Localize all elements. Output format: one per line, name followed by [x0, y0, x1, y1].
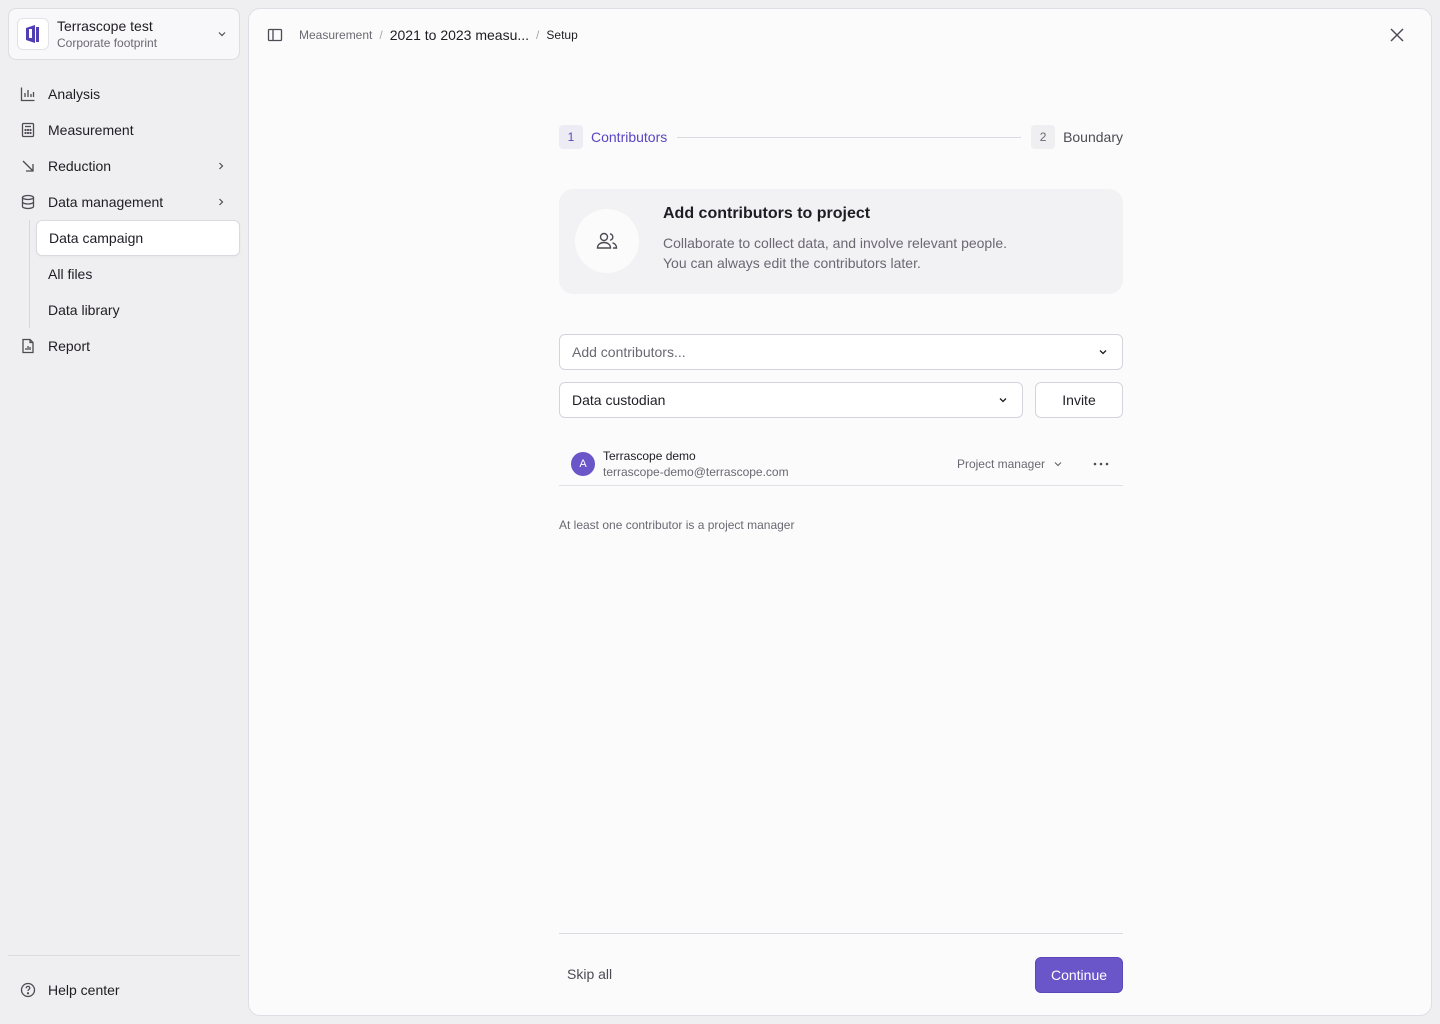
- help-center-label: Help center: [48, 982, 120, 998]
- breadcrumb-project[interactable]: 2021 to 2023 measu...: [390, 27, 529, 43]
- info-card-description-line1: Collaborate to collect data, and involve…: [663, 235, 1007, 251]
- add-contributors-placeholder: Add contributors...: [572, 344, 686, 360]
- stepper-line: [677, 136, 1022, 138]
- info-card: Add contributors to project Collaborate …: [559, 189, 1123, 294]
- database-icon: [20, 194, 36, 210]
- help-center-link[interactable]: Help center: [8, 972, 240, 1008]
- chevron-down-icon: [1051, 457, 1065, 471]
- chevron-down-icon: [1096, 345, 1110, 359]
- more-horizontal-icon[interactable]: [1091, 454, 1111, 474]
- chevron-right-icon: [214, 195, 228, 209]
- invite-button[interactable]: Invite: [1035, 382, 1123, 418]
- nav-item-label: Data management: [48, 194, 164, 210]
- org-subtitle: Corporate footprint: [57, 35, 158, 50]
- close-icon[interactable]: [1387, 25, 1407, 45]
- breadcrumb-separator: /: [379, 28, 383, 42]
- topbar: Measurement / 2021 to 2023 measu... / Se…: [265, 23, 578, 47]
- contributor-row: A Terrascope demo terrascope-demo@terras…: [559, 442, 1123, 486]
- org-switcher[interactable]: Terrascope test Corporate footprint: [8, 8, 240, 60]
- arrow-down-right-icon: [20, 158, 36, 174]
- contributor-role-dropdown[interactable]: Project manager: [957, 457, 1065, 471]
- role-select[interactable]: Data custodian: [559, 382, 1023, 418]
- breadcrumb-current: Setup: [546, 28, 578, 42]
- setup-footer: Skip all Continue: [559, 933, 1123, 993]
- document-chart-icon: [20, 338, 36, 354]
- org-name: Terrascope test: [57, 17, 153, 34]
- continue-button[interactable]: Continue: [1035, 957, 1123, 993]
- project-manager-note: At least one contributor is a project ma…: [559, 518, 795, 532]
- step-label-boundary[interactable]: Boundary: [1063, 129, 1123, 145]
- sidebar-item-data-library[interactable]: Data library: [36, 292, 240, 328]
- nav-item-analysis[interactable]: Analysis: [8, 76, 240, 112]
- main-nav: Analysis Measurement Reduction Data mana…: [8, 76, 240, 364]
- contributor-role-value: Project manager: [956, 456, 1045, 471]
- nav-item-reduction[interactable]: Reduction: [8, 148, 240, 184]
- avatar: A: [571, 451, 595, 476]
- chevron-down-icon: [215, 27, 229, 41]
- sidebar: Terrascope test Corporate footprint Anal…: [0, 0, 248, 1024]
- step-number-1: 1: [559, 125, 583, 149]
- nav-item-label: Analysis: [48, 86, 101, 102]
- nav-item-measurement[interactable]: Measurement: [8, 112, 240, 148]
- nav-item-label: Measurement: [48, 122, 134, 138]
- breadcrumb: Measurement / 2021 to 2023 measu... / Se…: [299, 27, 578, 43]
- chevron-right-icon: [214, 159, 228, 173]
- sidebar-divider: [8, 955, 240, 956]
- nav-item-data-management[interactable]: Data management: [8, 184, 240, 220]
- skip-all-button[interactable]: Skip all: [567, 966, 612, 982]
- calculator-icon: [20, 122, 36, 138]
- contributor-name: Terrascope demo: [603, 448, 696, 463]
- sidebar-item-all-files[interactable]: All files: [36, 256, 240, 292]
- sidebar-item-data-campaign[interactable]: Data campaign: [36, 220, 240, 256]
- role-select-value: Data custodian: [572, 392, 666, 408]
- step-label-contributors[interactable]: Contributors: [591, 129, 667, 145]
- question-circle-icon: [20, 982, 36, 998]
- step-number-2: 2: [1031, 125, 1056, 149]
- terrascope-logo-icon: [17, 18, 49, 50]
- info-card-title: Add contributors to project: [663, 205, 871, 222]
- data-management-subnav: Data campaign All files Data library: [29, 220, 240, 328]
- stepper: 1 Contributors 2 Boundary: [559, 125, 1123, 149]
- chevron-down-icon: [996, 393, 1010, 407]
- sidebar-toggle-icon[interactable]: [265, 25, 285, 45]
- nav-item-label: Reduction: [48, 158, 112, 174]
- main-panel: Measurement / 2021 to 2023 measu... / Se…: [248, 8, 1432, 1016]
- users-icon: [575, 209, 639, 273]
- setup-content: 1 Contributors 2 Boundary Add contributo…: [559, 125, 1123, 532]
- contributor-email: terrascope-demo@terrascope.com: [603, 464, 789, 479]
- breadcrumb-separator: /: [536, 28, 540, 42]
- breadcrumb-measurement[interactable]: Measurement: [299, 28, 372, 42]
- nav-item-label: Report: [48, 338, 91, 354]
- nav-item-report[interactable]: Report: [8, 328, 240, 364]
- add-contributors-select[interactable]: Add contributors...: [559, 334, 1123, 370]
- bar-chart-icon: [20, 86, 36, 102]
- info-card-description-line2: You can always edit the contributors lat…: [663, 255, 921, 271]
